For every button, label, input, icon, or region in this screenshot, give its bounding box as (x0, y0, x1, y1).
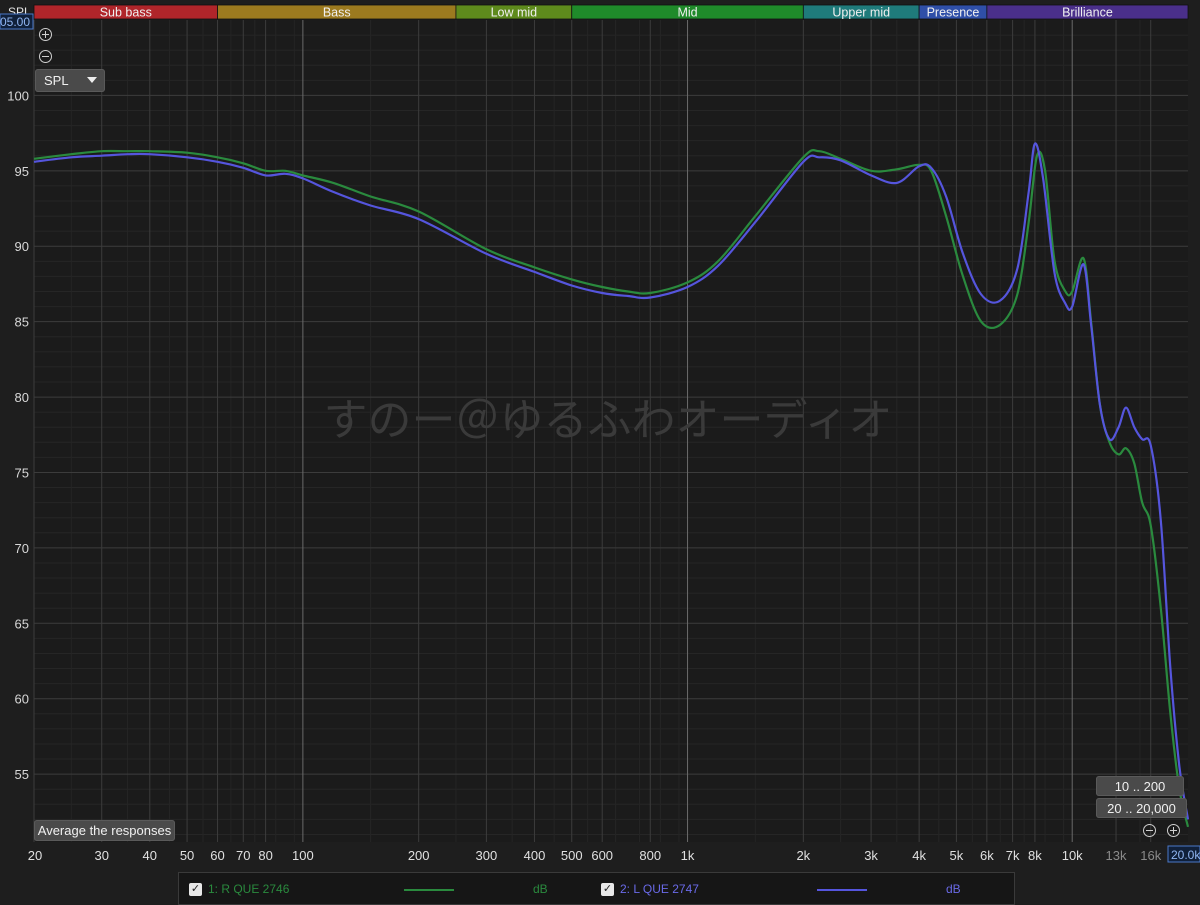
average-responses-button[interactable]: Average the responses (34, 820, 175, 841)
frequency-response-chart[interactable]: Sub bass Bass Low mid Mid Upper mid Presence B… (0, 0, 1200, 905)
x-tick-10k: 10k (1062, 848, 1083, 863)
x-tick-8k: 8k (1028, 848, 1042, 863)
legend-2-label[interactable]: 2: L QUE 2747 (620, 882, 699, 896)
x-tick-400: 400 (524, 848, 546, 863)
legend-2-swatch (817, 889, 867, 891)
x-tick-80: 80 (258, 848, 272, 863)
legend-bar: ✓ 1: R QUE 2746 dB ✓ 2: L QUE 2747 dB (178, 872, 1015, 905)
legend-2-checkbox[interactable]: ✓ (601, 883, 614, 896)
x-tick-500: 500 (561, 848, 583, 863)
x-tick-7k: 7k (1006, 848, 1020, 863)
y-tick-75: 75 (15, 465, 29, 480)
y-tick-100: 100 (7, 88, 29, 103)
x-tick-4k: 4k (912, 848, 926, 863)
y-tick-70: 70 (15, 541, 29, 556)
x-tick-6k: 6k (980, 848, 994, 863)
x-tick-2k: 2k (796, 848, 810, 863)
x-tick-1k: 1k (681, 848, 695, 863)
spl-dropdown[interactable]: SPL (35, 69, 105, 92)
y-tick-55: 55 (15, 767, 29, 782)
band-4-label: Upper mid (832, 6, 890, 20)
range-20-20000-button[interactable]: 20 .. 20,000 (1096, 798, 1187, 818)
x-tick-20: 20 (28, 848, 42, 863)
x-zoom-in-icon[interactable] (1167, 824, 1180, 837)
y-tick-95: 95 (15, 164, 29, 179)
x-tick-40: 40 (143, 848, 157, 863)
x-tick-300: 300 (476, 848, 498, 863)
legend-1-swatch (404, 889, 454, 891)
x-tick-600: 600 (591, 848, 613, 863)
x-tick-800: 800 (639, 848, 661, 863)
x-tick-5k: 5k (950, 848, 964, 863)
x-tick-100: 100 (292, 848, 314, 863)
y-tick-60: 60 (15, 692, 29, 707)
spl-dropdown-label: SPL (44, 73, 69, 88)
x-tick-200: 200 (408, 848, 430, 863)
legend-1-checkbox[interactable]: ✓ (189, 883, 202, 896)
x-tick-60: 60 (210, 848, 224, 863)
x-zoom-out-icon[interactable] (1143, 824, 1156, 837)
band-5-label: Presence (927, 6, 980, 20)
x-tick-16k: 16k (1140, 848, 1161, 863)
band-0-label: Sub bass (100, 6, 152, 20)
band-6-label: Brilliance (1062, 6, 1113, 20)
legend-1-unit: dB (533, 882, 548, 896)
y-tick-85: 85 (15, 315, 29, 330)
band-1-label: Bass (323, 6, 351, 20)
range-10-200-button[interactable]: 10 .. 200 (1096, 776, 1184, 796)
y-tick-65: 65 (15, 616, 29, 631)
legend-1-label[interactable]: 1: R QUE 2746 (208, 882, 289, 896)
chevron-down-icon (87, 77, 97, 83)
x-tick-70: 70 (236, 848, 250, 863)
max-freq-text: 20.0k (1171, 848, 1200, 862)
top-value-text: 105.00 (0, 15, 30, 29)
x-tick-50: 50 (180, 848, 194, 863)
y-zoom-out-icon[interactable] (39, 50, 52, 63)
watermark: すのー＠ゆるふわオーディオ (324, 395, 893, 446)
y-tick-90: 90 (15, 239, 29, 254)
x-tick-3k: 3k (864, 848, 878, 863)
legend-2-unit: dB (946, 882, 961, 896)
y-tick-80: 80 (15, 390, 29, 405)
band-3-label: Mid (677, 6, 697, 20)
x-tick-30: 30 (95, 848, 109, 863)
frequency-band-bar: Sub bass Bass Low mid Mid Upper mid Presence B… (33, 4, 1189, 20)
band-2-label: Low mid (491, 6, 538, 20)
x-tick-13k: 13k (1106, 848, 1127, 863)
y-zoom-in-icon[interactable] (39, 28, 52, 41)
